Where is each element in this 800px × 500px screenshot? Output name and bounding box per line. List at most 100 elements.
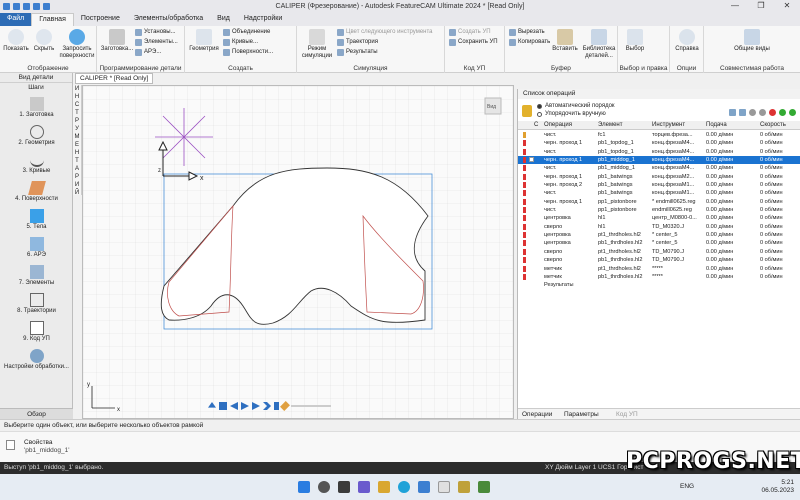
step-are[interactable]: 6. АРЭ [0, 237, 73, 258]
step-features[interactable]: 7. Элементы [0, 265, 73, 286]
operation-row[interactable]: черн. проход 1 pb1_batwings конц.фрезаM2..… [518, 173, 800, 181]
speed-slider[interactable] [291, 405, 331, 407]
sort-icon[interactable] [729, 109, 736, 116]
operation-row[interactable]: центровка hl1 центр_M0800-0... 0.00 д/мин 0 … [518, 214, 800, 222]
operation-row[interactable]: сверло pt1_thrdholes.hl2 TD_M0790.J 0.00 д/… [518, 248, 800, 256]
step-machining-settings[interactable]: Настройки обработки... [0, 349, 73, 370]
tab-addins[interactable]: Надстройки [237, 13, 289, 26]
notepad-icon[interactable] [438, 481, 450, 493]
part-view-header[interactable]: Вид детали [0, 73, 72, 83]
tab-file[interactable]: Файл [0, 13, 32, 26]
overview-tab[interactable]: Обзор [0, 408, 73, 419]
step-forward-icon[interactable] [252, 402, 260, 410]
tab-construction[interactable]: Построение [74, 13, 127, 26]
operation-row[interactable]: метчик pb1_thrdholes.hl2 ***** 0.00 д/мин 0 … [518, 273, 800, 281]
create-nc-button[interactable]: Создать УП [449, 28, 491, 37]
start-icon[interactable] [298, 481, 310, 493]
step-geometry[interactable]: 2. Геометрия [0, 125, 73, 146]
order-manual-option[interactable]: Упорядочить вручную [537, 110, 615, 118]
col-status[interactable]: С [534, 121, 538, 130]
operation-row[interactable]: черн. проход 2 pb1_batwings конц.фрезаM1..… [518, 181, 800, 189]
down-icon[interactable] [759, 109, 766, 116]
common-views-button[interactable]: Общие виды [732, 29, 772, 53]
pencil-icon[interactable] [280, 401, 290, 411]
graphics-viewport[interactable]: x z y x Вид [82, 85, 514, 419]
are-button[interactable]: АРЭ... [135, 48, 161, 57]
geometry-button[interactable]: Геометрия [187, 29, 221, 53]
app-icon[interactable] [478, 481, 490, 493]
minimize-button[interactable]: — [722, 0, 748, 12]
elements-button[interactable]: Элементы... [135, 38, 178, 47]
filter-icon[interactable] [739, 109, 746, 116]
col-element[interactable]: Элемент [598, 121, 622, 130]
maximize-button[interactable]: ❐ [748, 0, 774, 12]
play-icon[interactable] [241, 402, 249, 410]
operation-row[interactable]: чист. pb1_topdog_1 конц.фрезаM4... 0.00 д/м… [518, 148, 800, 156]
lock-icon[interactable] [522, 105, 532, 117]
stock-button[interactable]: Заготовка... [99, 29, 135, 53]
sim-mode-button[interactable]: Режим симуляции [299, 29, 335, 60]
delete-icon[interactable] [769, 109, 776, 116]
col-feed[interactable]: Подача [706, 121, 727, 130]
eject-icon[interactable] [208, 402, 216, 408]
surfaces-query-button[interactable]: Запросить поверхности [58, 29, 96, 60]
explorer-icon[interactable] [378, 481, 390, 493]
operation-row[interactable]: чист. pb1_middog_1 конц.фрезаM4... 0.00 д/м… [518, 164, 800, 172]
operation-row[interactable]: метчик pt1_thrdholes.hl2 ***** 0.00 д/мин 0 … [518, 265, 800, 273]
surfaces-button[interactable]: Поверхности... [223, 48, 273, 57]
paste-button[interactable]: Вставить [549, 29, 581, 53]
help-button[interactable]: Справка [672, 29, 702, 53]
show-button[interactable]: Показать [2, 29, 30, 53]
next-tool-color-button[interactable]: Цвет следующего инструмента [337, 28, 433, 37]
store-icon[interactable] [418, 481, 430, 493]
operation-row[interactable]: сверло pb1_thrdholes.hl2 TD_M0790.J 0.00 д/… [518, 256, 800, 264]
results-button[interactable]: Результаты [337, 48, 378, 57]
operation-row[interactable]: сверло hl1 TD_M0320.J 0.00 д/мин 0 об/мин [518, 223, 800, 231]
step-surfaces[interactable]: 4. Поверхности [0, 181, 73, 202]
task-view-icon[interactable] [338, 481, 350, 493]
select-button[interactable]: Выбор [620, 29, 650, 53]
up-icon[interactable] [749, 109, 756, 116]
operation-row[interactable]: Результаты [518, 281, 800, 289]
operation-row[interactable]: центровка pt1_thrdholes.hl2 * center_5 0.00… [518, 231, 800, 239]
hide-button[interactable]: Скрыть [30, 29, 58, 53]
tab-home[interactable]: Главная [31, 13, 74, 26]
row-checkbox[interactable] [529, 157, 534, 163]
operation-row[interactable]: чист. pb1_batwings конц.фрезаM1... 0.00 д/м… [518, 189, 800, 197]
stop-icon[interactable] [219, 402, 227, 410]
curves-button[interactable]: Кривые... [223, 38, 258, 47]
union-button[interactable]: Объединение [223, 28, 270, 37]
chat-icon[interactable] [358, 481, 370, 493]
col-tool[interactable]: Инструмент [652, 121, 685, 130]
col-speed[interactable]: Скорость [760, 121, 786, 130]
operation-row[interactable]: чист. fc1 торцев.фреза... 0.00 д/мин 0 об/ми… [518, 131, 800, 139]
close-button[interactable]: ✕ [774, 0, 800, 12]
end-icon[interactable] [274, 402, 279, 410]
step-toolpaths[interactable]: 8. Траектории [0, 293, 73, 314]
operation-row[interactable]: черн. проход 1 pp1_pistonbore * endmill062… [518, 198, 800, 206]
tab-view[interactable]: Вид [210, 13, 237, 26]
language-indicator[interactable]: ENG [680, 483, 694, 490]
step-solids[interactable]: 5. Тела [0, 209, 73, 230]
step-stock[interactable]: 1. Заготовка [0, 97, 73, 118]
step-back-icon[interactable] [230, 402, 238, 410]
copy-button[interactable]: Копировать [509, 38, 550, 47]
operation-row[interactable]: чист. pp1_pistonbore endmill0625.reg 0.00 д… [518, 206, 800, 214]
edge-icon[interactable] [398, 481, 410, 493]
document-tab[interactable]: CALIPER * [Read Only] [75, 73, 154, 84]
toolpath-button[interactable]: Траектория [337, 38, 378, 47]
refresh-icon[interactable] [779, 109, 786, 116]
cut-button[interactable]: Вырезать [509, 28, 545, 37]
step-nc-code[interactable]: 9. Код УП [0, 321, 73, 342]
step-curves[interactable]: 3. Кривые [0, 153, 73, 174]
save-nc-button[interactable]: Сохранить УП [449, 38, 498, 47]
setups-button[interactable]: Установы... [135, 28, 176, 37]
parts-library-button[interactable]: Библиотека деталей... [581, 29, 617, 60]
fast-forward-icon[interactable] [263, 402, 271, 410]
operation-row[interactable]: черн. проход 1 pb1_middog_1 конц.фрезаM4..… [518, 156, 800, 165]
operation-row[interactable]: центровка pb1_thrdholes.hl2 * center_5 0.00… [518, 239, 800, 247]
search-icon[interactable] [318, 481, 330, 493]
clock[interactable]: 5:21 06.05.2023 [761, 479, 794, 495]
operation-row[interactable]: черн. проход 1 pb1_topdog_1 конц.фрезаM4..… [518, 139, 800, 147]
order-auto-option[interactable]: Автоматический порядок [537, 102, 615, 110]
